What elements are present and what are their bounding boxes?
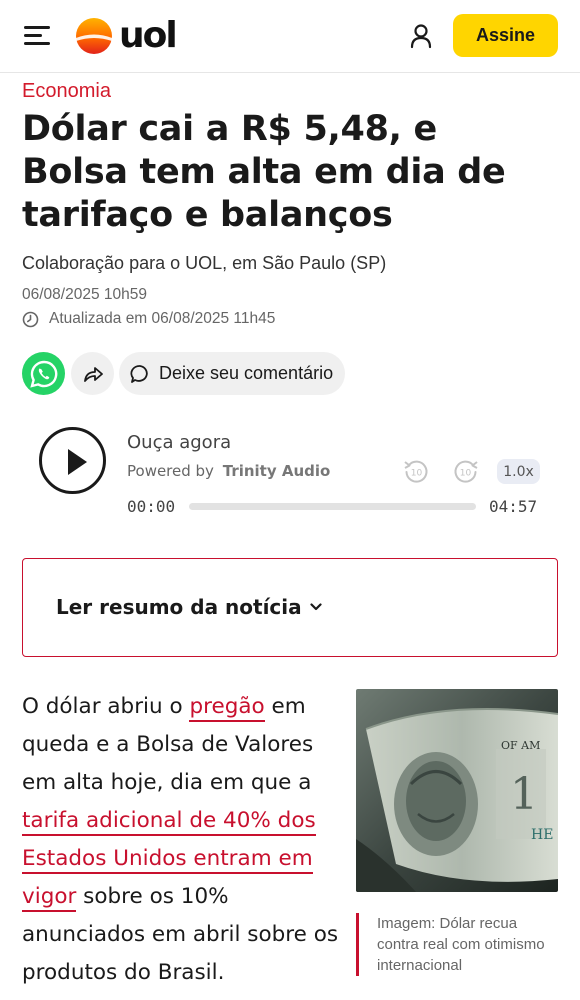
user-icon[interactable]: [408, 22, 434, 50]
site-header: uol Assine: [0, 0, 580, 73]
summary-toggle[interactable]: Ler resumo da notícia: [22, 558, 558, 657]
comment-label: Deixe seu comentário: [159, 363, 334, 383]
forward-seconds: 10: [460, 469, 472, 479]
updated-date: Atualizada em 06/08/2025 11h45: [22, 310, 275, 328]
uol-sun-icon: [76, 18, 112, 54]
article-photo-dollar-bill[interactable]: 1 OF AM HE: [356, 689, 558, 892]
playback-speed-button[interactable]: 1.0x: [497, 459, 540, 484]
rewind-seconds: 10: [411, 469, 423, 479]
paragraph-text: O dólar abriu o: [22, 694, 190, 719]
audio-play-button[interactable]: [39, 427, 106, 494]
article-headline: Dólar cai a R$ 5,48, e Bolsa tem alta em…: [22, 109, 506, 235]
play-icon: [68, 449, 87, 475]
powered-prefix: Powered by: [127, 462, 214, 480]
forward-icon: 10: [454, 460, 478, 483]
article-byline: Colaboração para o UOL, em São Paulo (SP…: [22, 253, 387, 273]
forward-10-button[interactable]: 10: [452, 457, 480, 485]
powered-by: Powered by Trinity Audio: [127, 462, 330, 480]
share-button[interactable]: [71, 352, 114, 395]
updated-text: Atualizada em 06/08/2025 11h45: [49, 310, 276, 327]
audio-progress-bar[interactable]: [189, 503, 476, 510]
chevron-down-icon: [310, 603, 322, 611]
svg-text:OF AM: OF AM: [501, 739, 540, 752]
rewind-10-button[interactable]: 10: [402, 457, 430, 485]
uol-logo[interactable]: uol: [75, 15, 178, 56]
publish-date: 06/08/2025 10h59: [22, 286, 147, 303]
svg-text:1: 1: [510, 769, 538, 820]
comment-button[interactable]: Deixe seu comentário: [119, 352, 346, 395]
svg-text:HE: HE: [531, 827, 553, 843]
section-link[interactable]: Economia: [22, 80, 111, 103]
article-paragraph: O dólar abriu o pregão em queda e a Bols…: [22, 688, 344, 992]
rewind-icon: 10: [404, 460, 428, 483]
comment-bubble-icon: [130, 364, 148, 383]
whatsapp-icon: [29, 360, 57, 388]
summary-label: Ler resumo da notícia: [56, 595, 322, 619]
menu-icon[interactable]: [24, 24, 52, 48]
link-pregao[interactable]: pregão: [189, 694, 265, 722]
share-arrow-icon: [83, 366, 103, 382]
current-time: 00:00: [127, 497, 176, 516]
audio-provider[interactable]: Trinity Audio: [223, 462, 331, 480]
listen-label: Ouça agora: [127, 432, 232, 453]
subscribe-button[interactable]: Assine: [453, 14, 558, 57]
clock-icon: [22, 311, 39, 327]
photo-caption: Imagem: Dólar recua contra real com otim…: [356, 913, 558, 976]
summary-text: Ler resumo da notícia: [56, 595, 302, 619]
logo-text: uol: [119, 15, 178, 56]
whatsapp-share-button[interactable]: [22, 352, 65, 395]
total-time: 04:57: [489, 497, 538, 516]
